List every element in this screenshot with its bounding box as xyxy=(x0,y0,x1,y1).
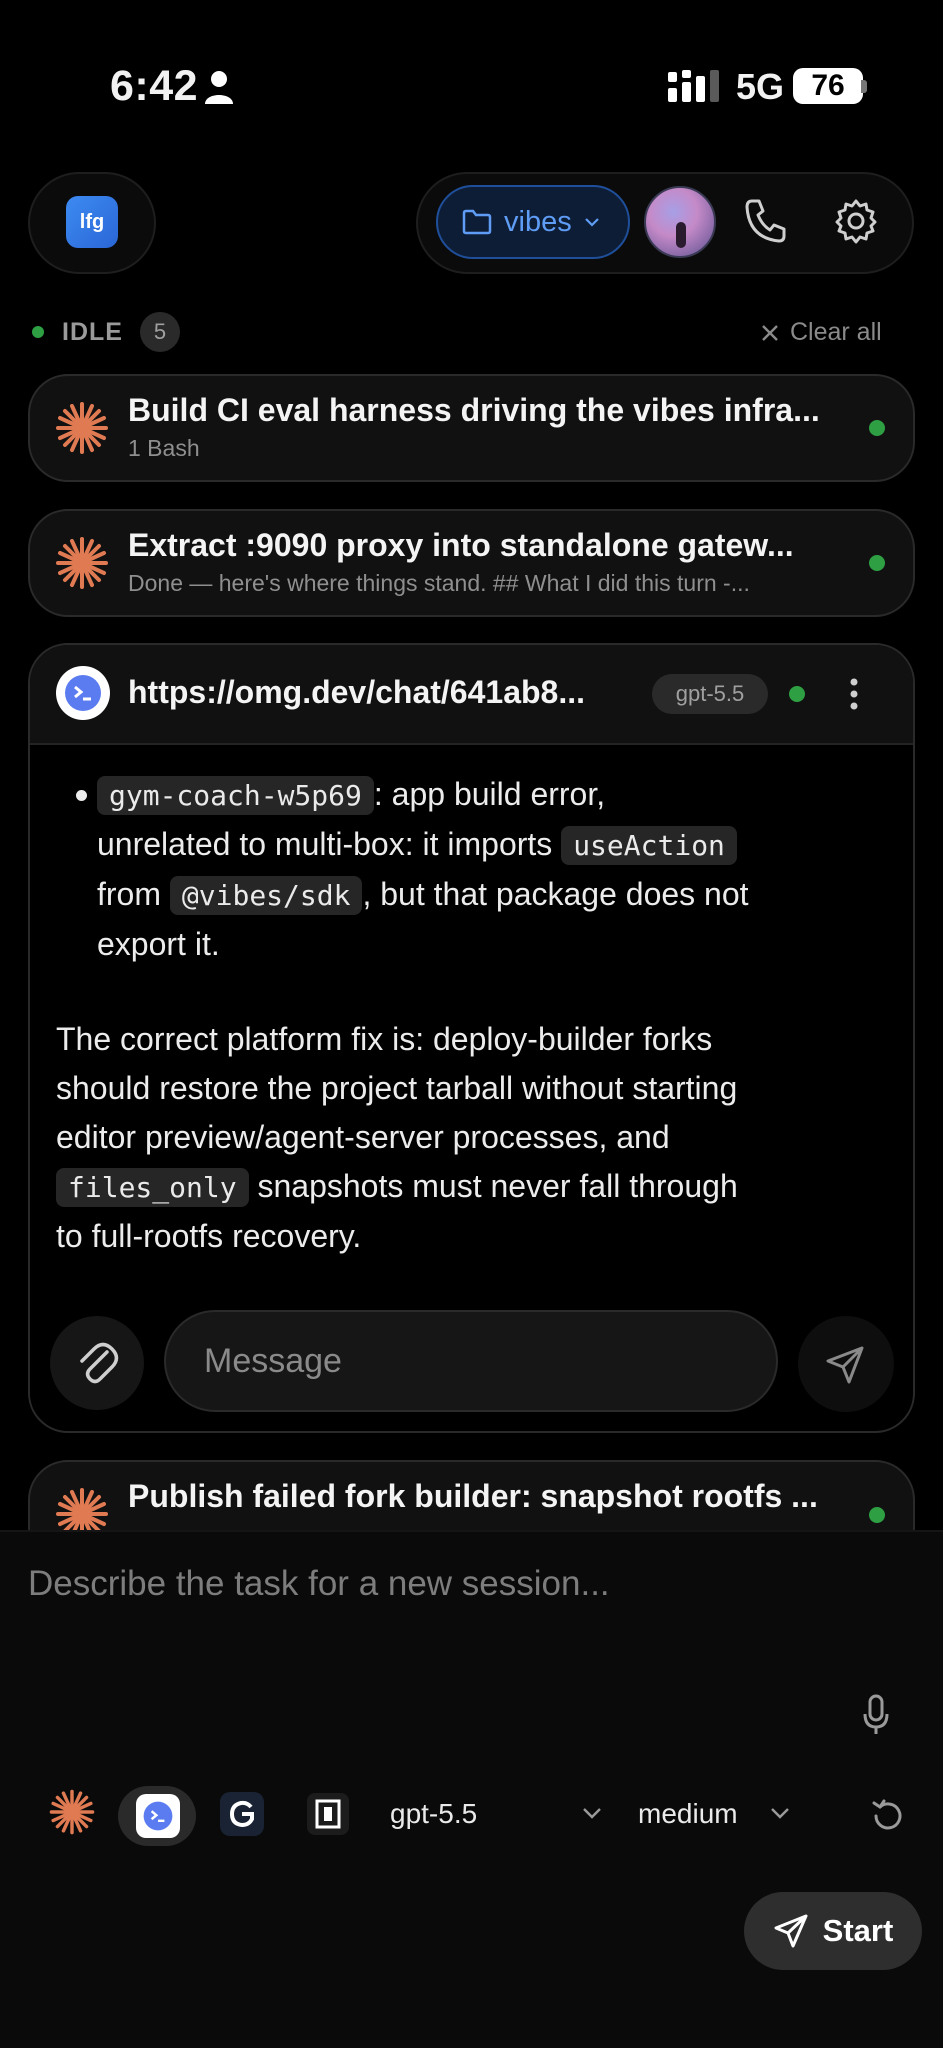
task-title: Build CI eval harness driving the vibes … xyxy=(128,392,820,428)
close-icon xyxy=(762,324,778,341)
new-task-input[interactable]: Describe the task for a new session... xyxy=(28,1564,610,1604)
inline-code: useAction xyxy=(561,826,737,865)
claude-star-icon xyxy=(56,402,108,454)
history-icon[interactable] xyxy=(870,1798,906,1834)
claude-agent-icon[interactable] xyxy=(48,1788,96,1836)
battery-nub xyxy=(861,80,867,93)
message-text: to full-rootfs recovery. xyxy=(56,1218,362,1254)
model-badge: gpt-5.5 xyxy=(652,674,768,714)
signal-icon xyxy=(668,70,719,102)
send-button[interactable] xyxy=(798,1316,894,1412)
task-status-dot xyxy=(869,420,885,436)
message-text: : app build error, xyxy=(373,776,606,812)
task-status-dot xyxy=(869,555,885,571)
message-text: , but that package does not xyxy=(362,876,749,912)
message-text: export it. xyxy=(97,926,220,962)
project-selector[interactable]: vibes xyxy=(436,185,630,259)
message-text: editor preview/agent-server processes, a… xyxy=(56,1119,670,1155)
message-bullet: gym-coach-w5p69: app build error, unrela… xyxy=(56,770,886,969)
chat-message: gym-coach-w5p69: app build error, unrela… xyxy=(56,770,886,1261)
effort-dropdown[interactable]: medium xyxy=(638,1798,738,1830)
battery-indicator: 76 xyxy=(793,68,863,104)
status-time: 6:42 xyxy=(110,62,199,110)
paperclip-icon xyxy=(80,1342,119,1384)
task-subtitle: Done — here's where things stand. ## Wha… xyxy=(128,570,750,596)
chat-status-dot xyxy=(789,686,805,702)
network-type: 5G xyxy=(736,66,785,107)
task-title: Extract :9090 proxy into standalone gate… xyxy=(128,527,794,563)
g-agent-icon[interactable] xyxy=(220,1792,264,1836)
app-logo: lfg xyxy=(66,196,118,248)
start-label: Start xyxy=(822,1913,894,1948)
clear-all-label: Clear all xyxy=(790,318,882,346)
chat-url[interactable]: https://omg.dev/chat/641ab8... xyxy=(128,674,632,711)
idle-status-label: IDLE xyxy=(62,318,123,346)
message-text: snapshots must never fall through xyxy=(257,1168,738,1204)
message-input[interactable]: Message xyxy=(164,1310,778,1412)
message-text: should restore the project tarball witho… xyxy=(56,1070,738,1106)
session-count-badge: 5 xyxy=(140,312,180,352)
bullet-dot xyxy=(76,790,87,801)
start-button[interactable]: Start xyxy=(744,1892,922,1970)
message-text: unrelated to multi-box: it imports xyxy=(97,826,553,862)
chevron-down-icon[interactable] xyxy=(768,1804,792,1822)
project-label: vibes xyxy=(504,205,572,238)
more-options-icon[interactable] xyxy=(848,676,860,712)
microphone-icon[interactable] xyxy=(862,1694,890,1736)
model-dropdown[interactable]: gpt-5.5 xyxy=(390,1798,477,1830)
claude-star-icon xyxy=(56,537,108,589)
task-subtitle: 1 Bash xyxy=(128,435,200,461)
task-title: Publish failed fork builder: snapshot ro… xyxy=(128,1478,818,1514)
clear-all-button[interactable]: Clear all xyxy=(760,318,882,347)
phone-icon[interactable] xyxy=(744,198,786,244)
message-text: from xyxy=(97,876,161,912)
folder-icon xyxy=(462,209,492,235)
avatar-figure xyxy=(676,222,686,248)
chevron-down-icon[interactable] xyxy=(580,1804,604,1822)
person-icon xyxy=(205,71,233,104)
attach-button[interactable] xyxy=(50,1316,144,1410)
task-status-dot xyxy=(869,1507,885,1523)
message-paragraph: The correct platform fix is: deploy-buil… xyxy=(56,1015,886,1261)
omg-agent-icon[interactable] xyxy=(136,1794,180,1838)
idle-status-dot xyxy=(32,326,44,338)
gear-icon[interactable] xyxy=(834,198,878,244)
inline-code: @vibes/sdk xyxy=(169,876,363,915)
send-icon xyxy=(774,1914,808,1948)
chevron-down-icon xyxy=(584,218,599,227)
message-text: The correct platform fix is: deploy-buil… xyxy=(56,1021,713,1057)
inline-code: gym-coach-w5p69 xyxy=(97,776,374,815)
omg-logo-icon xyxy=(56,666,110,720)
send-icon xyxy=(826,1346,864,1384)
inline-code: files_only xyxy=(56,1168,249,1207)
cursor-agent-icon[interactable] xyxy=(307,1793,349,1835)
